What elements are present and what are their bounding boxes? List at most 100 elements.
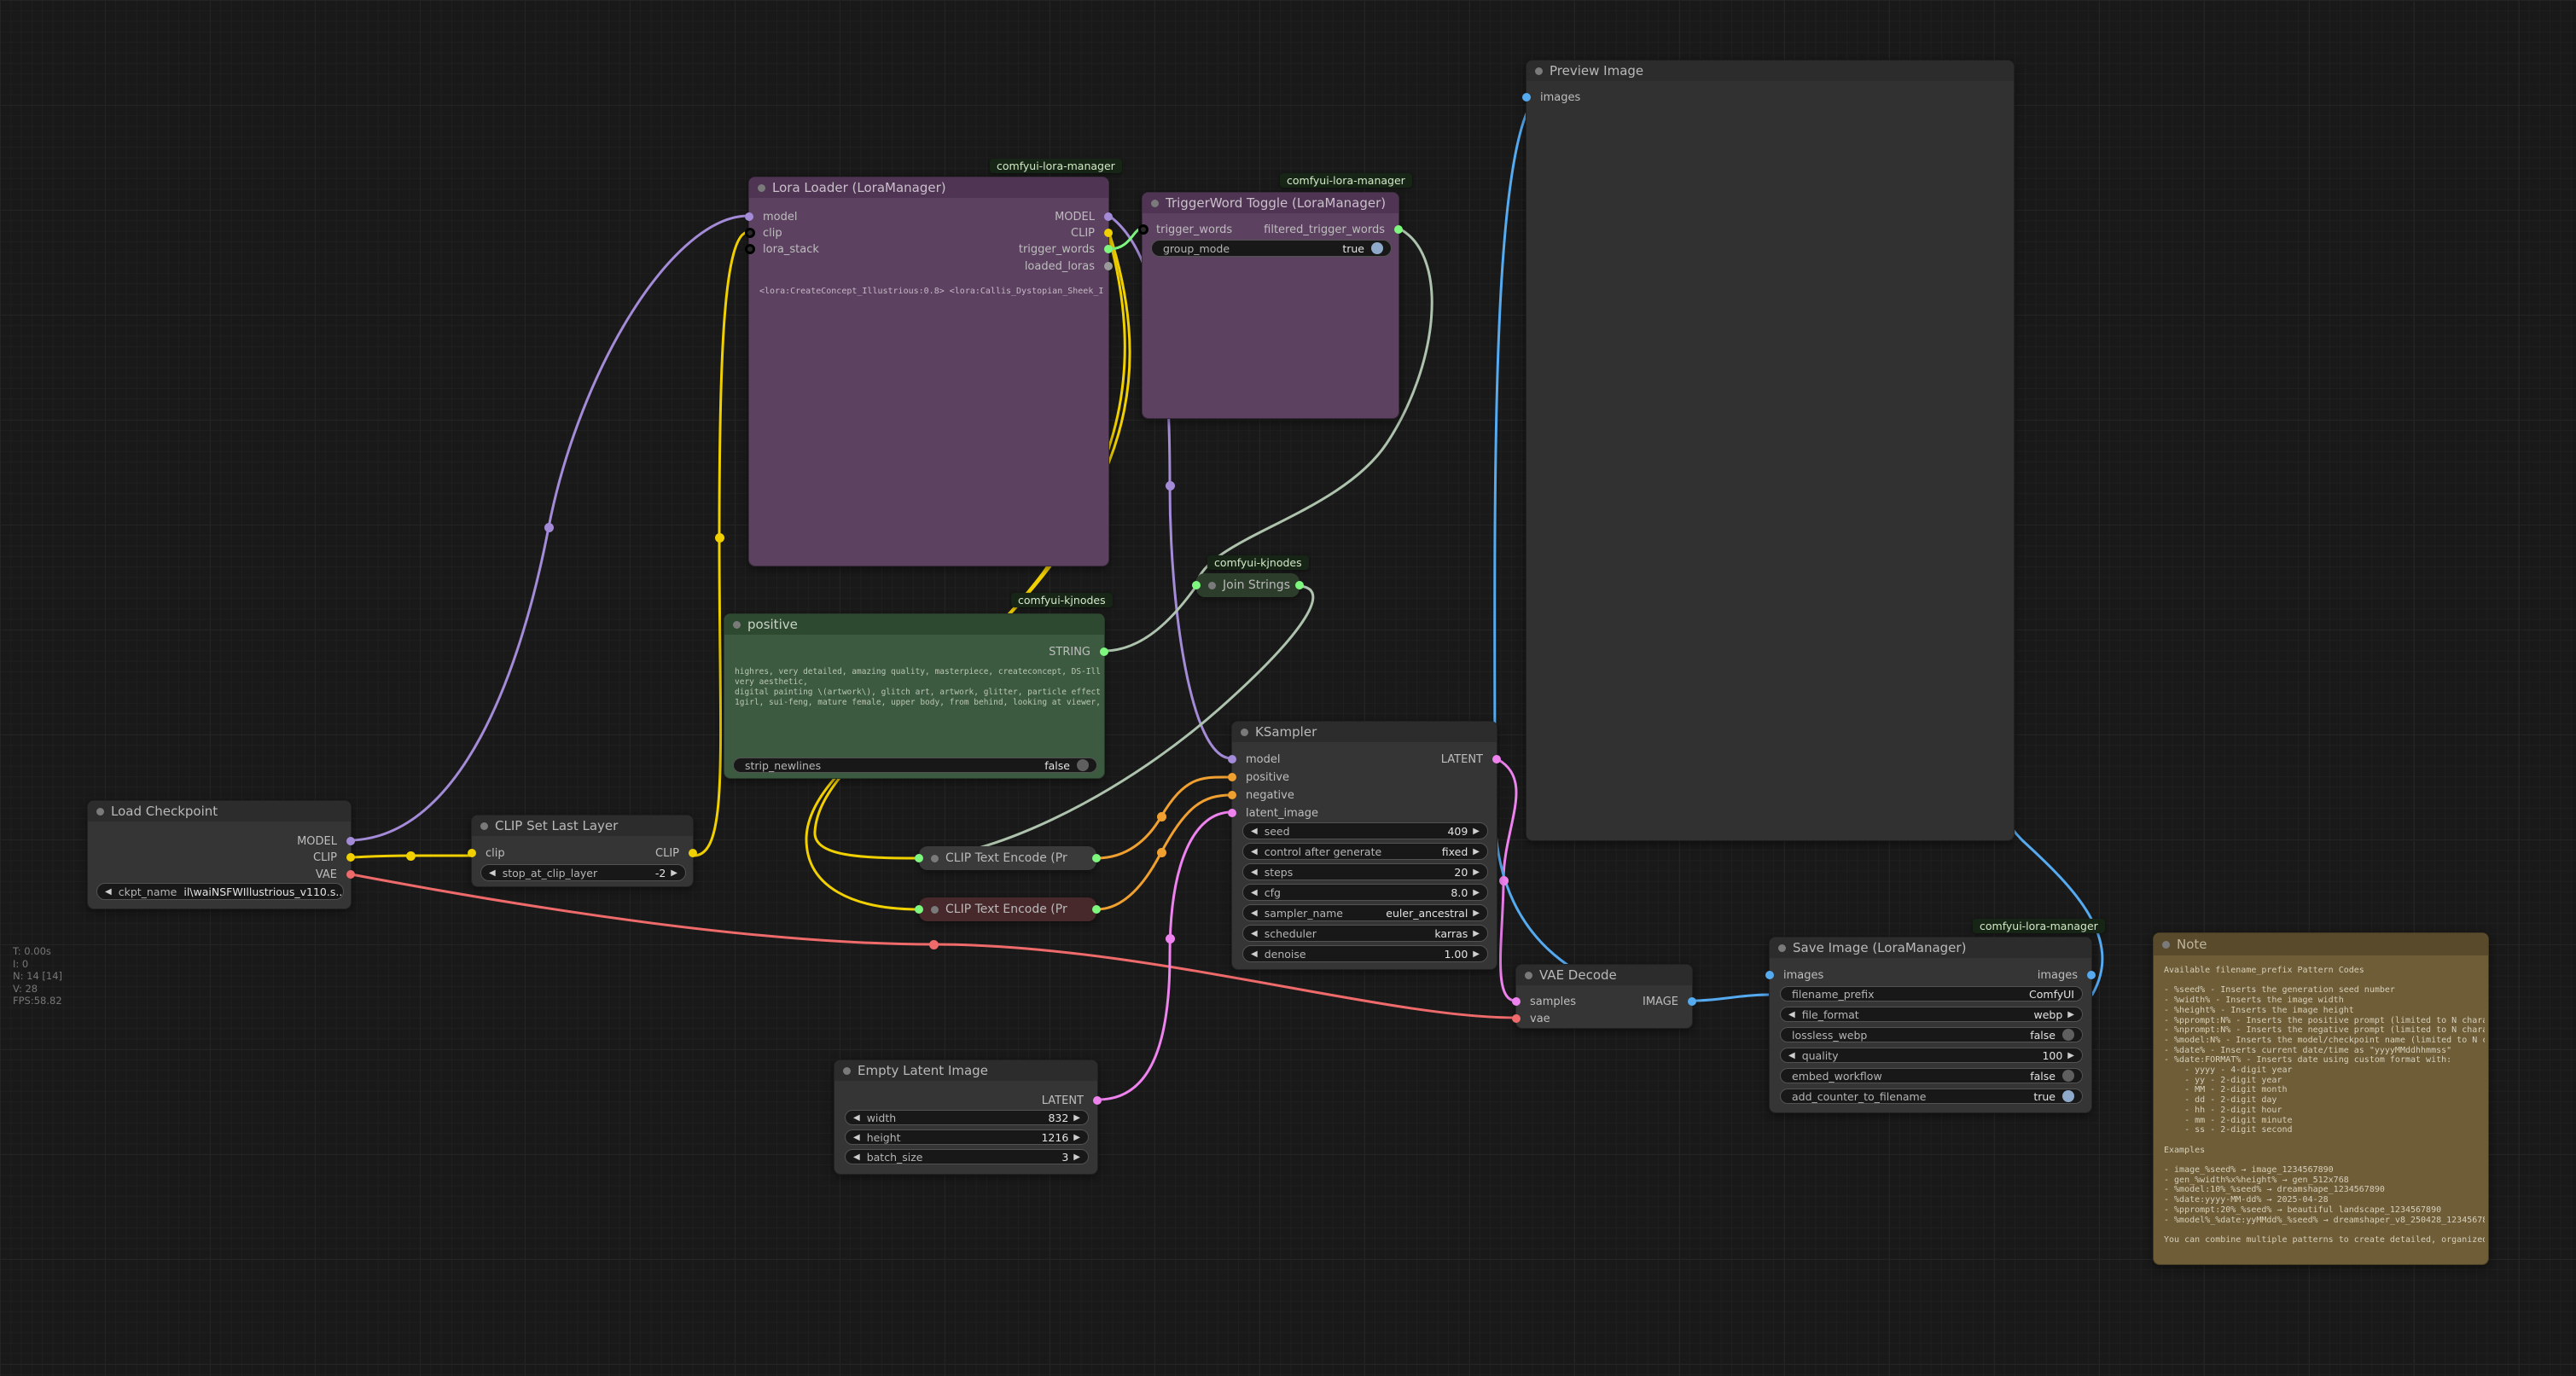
combo-right-arrow-icon[interactable]: ▶ [2067,1010,2074,1019]
combo-right-arrow-icon[interactable]: ▶ [1073,1133,1080,1142]
file-format-combo[interactable]: ◀file_formatwebp▶ [1780,1007,2083,1022]
input-slot[interactable] [915,854,923,862]
ckpt-name-combo[interactable]: ◀ ckpt_name il\waiNSFWIllustrious_v110.s… [96,883,344,900]
collapse-dot-icon[interactable] [1525,972,1532,979]
output-slot-clip[interactable] [1104,229,1113,237]
combo-right-arrow-icon[interactable]: ▶ [1473,929,1480,938]
output-slot-image[interactable] [1688,997,1696,1006]
combo-right-arrow-icon[interactable]: ▶ [671,868,677,878]
node-triggerword-toggle[interactable]: TriggerWord Toggle (LoraManager) trigger… [1142,192,1399,419]
combo-right-arrow-icon[interactable]: ▶ [1473,868,1480,877]
node-clip-text-encode-positive[interactable]: CLIP Text Encode (Pr [919,846,1096,870]
combo-right-arrow-icon[interactable]: ▶ [1473,827,1480,836]
node-ksampler[interactable]: KSampler model positive negative latent_… [1231,721,1497,970]
note-text[interactable]: Available filename_prefix Pattern Codes … [2164,966,2485,1257]
add-counter-toggle[interactable]: add_counter_to_filenametrue [1780,1089,2083,1104]
group-mode-toggle[interactable]: group_mode true [1151,240,1392,257]
node-vae-decode[interactable]: VAE Decode samples vae IMAGE [1515,964,1693,1029]
node-lora-loader[interactable]: Lora Loader (LoraManager) model clip lor… [748,177,1109,566]
stop-at-clip-layer-combo[interactable]: ◀ stop_at_clip_layer -2 ▶ [480,864,686,881]
toggle-knob-icon[interactable] [2062,1090,2074,1102]
node-clip-text-encode-negative[interactable]: CLIP Text Encode (Pr [919,897,1096,921]
steps-combo[interactable]: ◀steps20▶ [1242,863,1488,880]
input-slot-latent-image[interactable] [1228,809,1236,817]
combo-left-arrow-icon[interactable]: ◀ [1251,909,1258,918]
collapse-dot-icon[interactable] [96,808,104,816]
node-titlebar[interactable]: KSampler [1232,722,1497,742]
collapse-dot-icon[interactable] [931,855,939,862]
node-titlebar[interactable]: TriggerWord Toggle (LoraManager) [1143,193,1398,213]
node-note[interactable]: Note Available filename_prefix Pattern C… [2153,932,2489,1265]
output-slot[interactable] [1092,854,1101,862]
denoise-combo[interactable]: ◀denoise1.00▶ [1242,945,1488,962]
output-slot-filtered[interactable] [1394,225,1403,234]
output-slot-clip[interactable] [689,849,697,857]
seed-combo[interactable]: ◀seed409▶ [1242,822,1488,839]
output-slot-model[interactable] [1104,212,1113,221]
output-slot-string[interactable] [1100,647,1108,656]
combo-left-arrow-icon[interactable]: ◀ [1251,929,1258,938]
collapse-dot-icon[interactable] [1778,944,1786,952]
combo-left-arrow-icon[interactable]: ◀ [1251,847,1258,856]
combo-right-arrow-icon[interactable]: ▶ [1473,909,1480,918]
node-titlebar[interactable]: positive [724,614,1104,635]
combo-left-arrow-icon[interactable]: ◀ [1788,1051,1795,1060]
collapse-dot-icon[interactable] [1535,67,1543,75]
node-titlebar[interactable]: Load Checkpoint [88,801,351,822]
combo-right-arrow-icon[interactable]: ▶ [1073,1113,1080,1123]
lora-syntax-text[interactable]: <lora:CreateConcept_Illustrious:0.8> <lo… [759,287,1103,307]
filename-prefix-field[interactable]: filename_prefixComfyUI [1780,986,2083,1002]
toggle-knob-icon[interactable] [2062,1029,2074,1041]
width-combo[interactable]: ◀width832▶ [845,1110,1089,1125]
combo-left-arrow-icon[interactable]: ◀ [1251,949,1258,959]
combo-right-arrow-icon[interactable]: ▶ [2067,1051,2074,1060]
combo-right-arrow-icon[interactable]: ▶ [1073,1152,1080,1162]
output-slot-model[interactable] [346,837,355,845]
node-preview-image[interactable]: Preview Image images [1526,60,2015,841]
collapse-dot-icon[interactable] [1208,582,1216,589]
lossless-webp-toggle[interactable]: lossless_webpfalse [1780,1027,2083,1042]
combo-right-arrow-icon[interactable]: ▶ [1473,949,1480,959]
output-slot-images[interactable] [2087,971,2096,979]
input-slot[interactable] [915,905,923,914]
output-slot-latent[interactable] [1492,755,1501,763]
combo-left-arrow-icon[interactable]: ◀ [1251,827,1258,836]
control-after-generate-combo[interactable]: ◀control after generatefixed▶ [1242,843,1488,860]
node-graph-canvas[interactable]: T: 0.00s I: 0 N: 14 [14] V: 28 FPS:58.82… [0,0,2576,1376]
combo-left-arrow-icon[interactable]: ◀ [853,1113,860,1123]
input-slot-negative[interactable] [1228,791,1236,799]
node-titlebar[interactable]: Preview Image [1526,61,2014,81]
output-slot-clip[interactable] [346,853,355,862]
sampler-name-combo[interactable]: ◀sampler_nameeuler_ancestral▶ [1242,904,1488,921]
output-slot-vae[interactable] [346,870,355,879]
input-slot-positive[interactable] [1228,773,1236,781]
input-slot-images[interactable] [1522,93,1531,102]
reroute-dot-vae[interactable] [929,940,939,949]
node-clip-set-last-layer[interactable]: CLIP Set Last Layer clip CLIP ◀ stop_at_… [471,815,694,887]
quality-combo[interactable]: ◀quality100▶ [1780,1048,2083,1063]
node-save-image[interactable]: Save Image (LoraManager) images images f… [1769,937,2092,1113]
collapse-dot-icon[interactable] [733,621,741,629]
reroute-dot-cond1[interactable] [1157,812,1166,822]
combo-left-arrow-icon[interactable]: ◀ [489,868,496,878]
collapse-dot-icon[interactable] [480,822,488,830]
collapse-dot-icon[interactable] [843,1067,851,1075]
combo-left-arrow-icon[interactable]: ◀ [1788,1010,1795,1019]
toggle-knob-icon[interactable] [1077,759,1089,771]
input-slot-vae[interactable] [1512,1014,1521,1023]
strip-newlines-toggle[interactable]: strip_newlines false [733,758,1097,773]
node-load-checkpoint[interactable]: Load Checkpoint MODEL CLIP VAE ◀ ckpt_na… [87,800,352,909]
cfg-combo[interactable]: ◀cfg8.0▶ [1242,884,1488,901]
reroute-dot-clip1[interactable] [406,851,416,861]
input-slot[interactable] [1192,581,1201,589]
reroute-dot-clip2[interactable] [715,533,724,543]
collapse-dot-icon[interactable] [758,184,765,192]
collapse-dot-icon[interactable] [1151,200,1159,207]
collapse-dot-icon[interactable] [2162,941,2170,949]
combo-left-arrow-icon[interactable]: ◀ [1251,888,1258,897]
prompt-text[interactable]: highres, very detailed, amazing quality,… [735,667,1101,752]
combo-right-arrow-icon[interactable]: ▶ [1473,888,1480,897]
node-titlebar[interactable]: VAE Decode [1516,965,1692,985]
combo-left-arrow-icon[interactable]: ◀ [853,1152,860,1162]
collapse-dot-icon[interactable] [931,906,939,914]
